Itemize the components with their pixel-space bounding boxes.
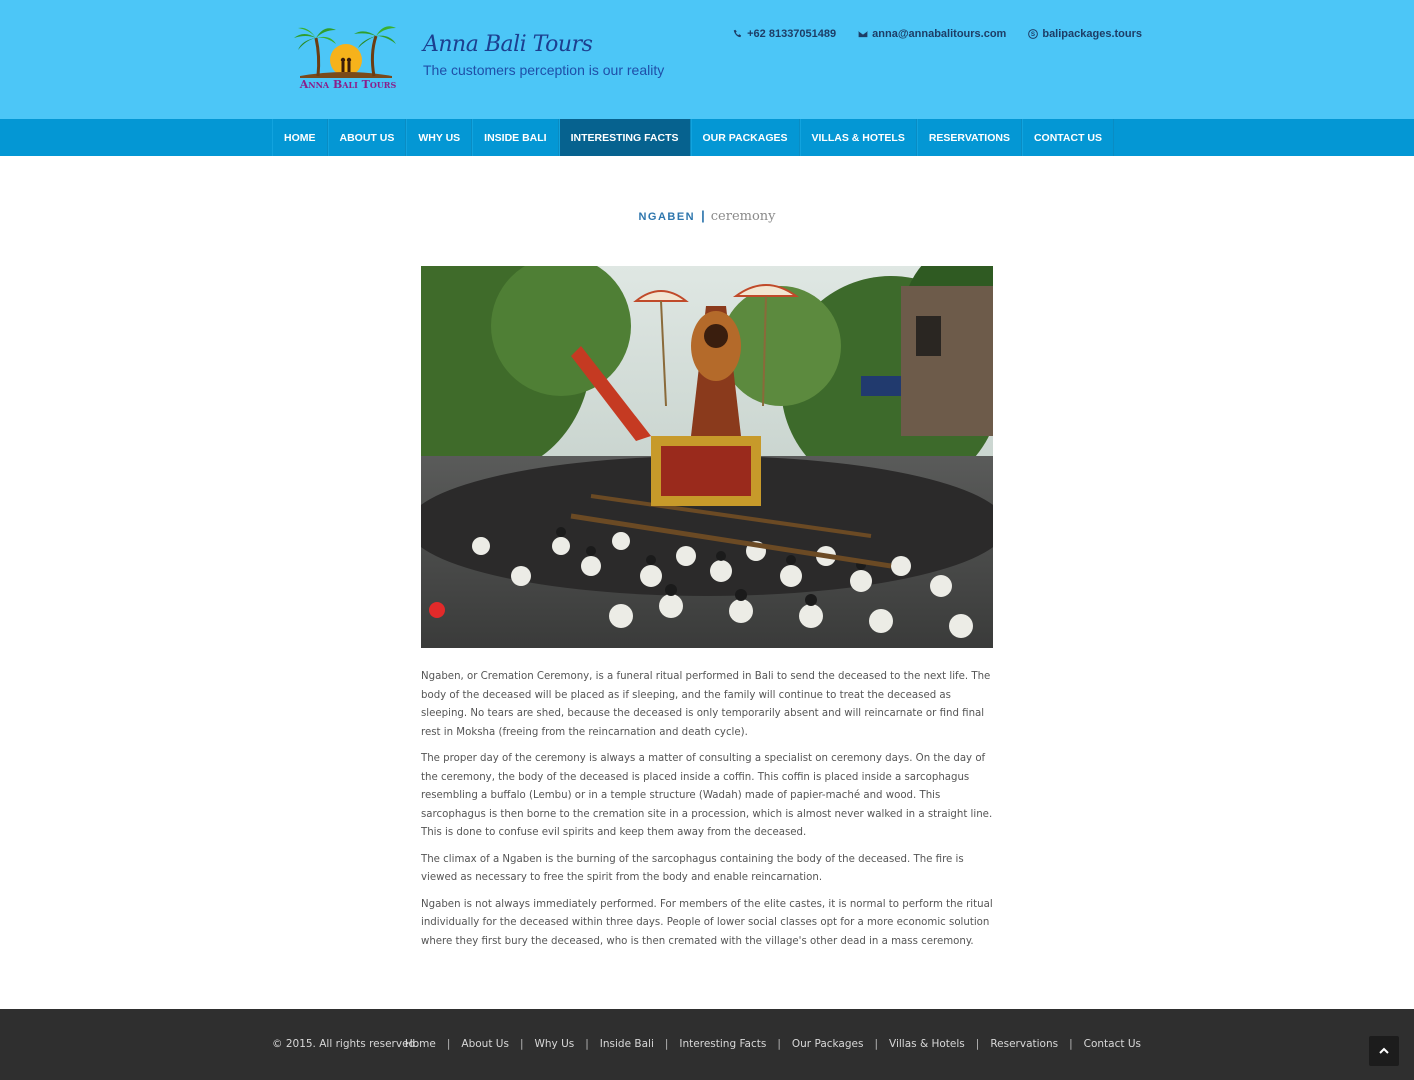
article-paragraph: Ngaben, or Cremation Ceremony, is a fune… xyxy=(421,671,991,738)
nav-item-our-packages[interactable]: OUR PACKAGES xyxy=(690,119,800,156)
footer-separator: | xyxy=(446,1038,451,1050)
article-paragraph: The proper day of the ceremony is always… xyxy=(421,753,993,838)
email-address: anna@annabalitours.com xyxy=(872,28,1007,40)
nav-item-inside-bali[interactable]: INSIDE BALI xyxy=(472,119,559,156)
site-logo[interactable]: Anna Bali Tours xyxy=(290,22,402,96)
contact-email[interactable]: anna@annabalitours.com xyxy=(858,28,1006,40)
brand-name: Anna Bali Tours xyxy=(423,32,593,57)
logo-text: Anna Bali Tours xyxy=(299,78,397,91)
footer-separator: | xyxy=(664,1038,669,1050)
back-to-top-button[interactable] xyxy=(1369,1036,1399,1066)
footer-separator: | xyxy=(975,1038,980,1050)
footer-link-home[interactable]: Home xyxy=(405,1038,436,1050)
nav-item-villas-hotels[interactable]: VILLAS & HOTELS xyxy=(799,119,917,156)
brand-tagline: The customers perception is our reality xyxy=(423,62,665,78)
article-paragraph: Ngaben is not always immediately perform… xyxy=(421,898,993,947)
nav-item-about-us[interactable]: ABOUT US xyxy=(327,119,407,156)
contact-phone[interactable]: +62 81337051489 xyxy=(733,28,836,40)
page-title-strong: NGABEN xyxy=(638,211,696,223)
footer-separator: | xyxy=(777,1038,781,1050)
envelope-icon xyxy=(858,30,868,38)
copyright-text: © 2015. All rights reserved. xyxy=(272,1038,419,1050)
footer-link-about-us[interactable]: About Us xyxy=(461,1038,509,1050)
phone-number: +62 81337051489 xyxy=(747,28,837,40)
ceremony-image xyxy=(421,266,993,648)
page-title: NGABEN | ceremony xyxy=(0,208,1414,224)
footer-link-interesting-facts[interactable]: Interesting Facts xyxy=(679,1038,766,1050)
footer-link-villas-hotels[interactable]: Villas & Hotels xyxy=(889,1038,965,1050)
contact-skype[interactable]: S balipackages.tours xyxy=(1028,28,1142,40)
contact-info: +62 81337051489 anna@annabalitours.com S… xyxy=(733,28,1142,40)
phone-icon xyxy=(733,29,742,38)
footer-link-why-us[interactable]: Why Us xyxy=(535,1038,575,1050)
footer-separator: | xyxy=(874,1038,879,1050)
nav-item-home[interactable]: HOME xyxy=(272,119,328,156)
nav-item-contact-us[interactable]: CONTACT US xyxy=(1021,119,1115,156)
footer-link-our-packages[interactable]: Our Packages xyxy=(792,1038,864,1050)
site-header: Anna Bali Tours Anna Bali Tours The cust… xyxy=(0,0,1414,119)
article-body: Ngaben, or Cremation Ceremony, is a fune… xyxy=(421,668,995,959)
nav-item-why-us[interactable]: WHY US xyxy=(406,119,473,156)
chevron-up-icon xyxy=(1379,1047,1389,1054)
footer-link-contact-us[interactable]: Contact Us xyxy=(1084,1038,1141,1050)
nav-item-interesting-facts[interactable]: INTERESTING FACTS xyxy=(558,119,691,156)
article-paragraph: The climax of a Ngaben is the burning of… xyxy=(421,853,964,884)
footer-separator: | xyxy=(519,1038,524,1050)
nav-item-reservations[interactable]: RESERVATIONS xyxy=(916,119,1022,156)
site-footer: © 2015. All rights reserved. Home | Abou… xyxy=(0,1009,1414,1080)
page-title-separator: | xyxy=(701,208,705,223)
skype-id: balipackages.tours xyxy=(1042,28,1142,40)
svg-text:S: S xyxy=(1031,31,1035,38)
ngaben-procession-photo xyxy=(421,266,993,648)
footer-links: Home | About Us | Why Us | Inside Bali |… xyxy=(405,1038,1141,1050)
footer-link-reservations[interactable]: Reservations xyxy=(990,1038,1058,1050)
footer-separator: | xyxy=(585,1038,589,1050)
page-title-light: ceremony xyxy=(710,209,776,224)
footer-link-inside-bali[interactable]: Inside Bali xyxy=(600,1038,654,1050)
skype-icon: S xyxy=(1028,29,1039,39)
footer-separator: | xyxy=(1069,1038,1073,1050)
main-navigation: HOME ABOUT US WHY US INSIDE BALI INTERES… xyxy=(0,119,1414,156)
